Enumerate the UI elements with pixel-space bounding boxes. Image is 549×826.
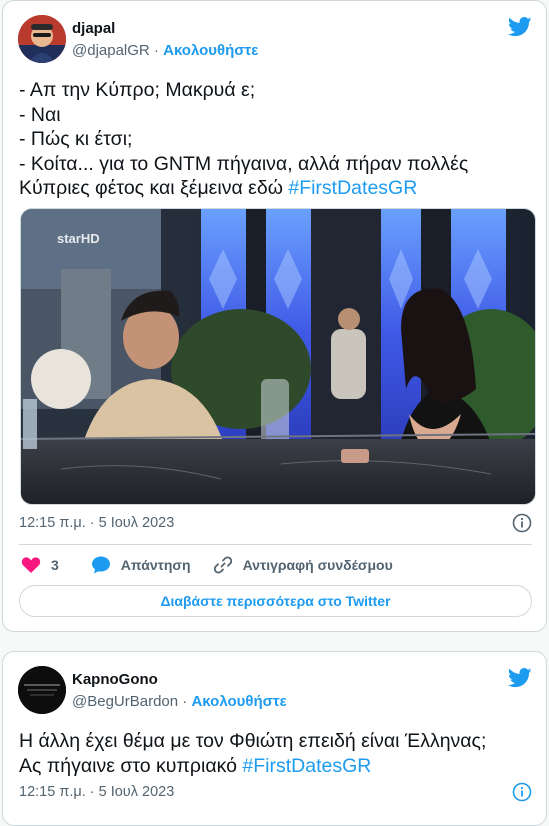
read-more-button[interactable]: Διαβάστε περισσότερα στο Twitter (19, 585, 532, 617)
tweet-actions: 3 Απάντηση Αντιγραφή συνδέσμου (21, 554, 415, 576)
author-avatar[interactable] (18, 15, 66, 63)
separator-dot: · (153, 42, 159, 59)
twitter-bird-icon[interactable] (508, 17, 532, 37)
author-avatar[interactable] (18, 666, 66, 714)
tweet-media-image[interactable]: starHD (20, 208, 536, 505)
tweet-card: KapnoGono @BegUrBardon · Ακολουθήστε Η ά… (2, 651, 547, 826)
tweet-text: Η άλλη έχει θέμα με τον Φθιώτη επειδή εί… (19, 729, 532, 778)
hashtag-link[interactable]: #FirstDatesGR (288, 177, 417, 199)
author-name[interactable]: KapnoGono (72, 671, 158, 688)
tweet-timestamp[interactable]: 12:15 π.μ. · 5 Ιουλ 2023 (19, 784, 174, 800)
tweet-card: djapal @djapalGR · Ακολουθήστε - Απ την … (2, 0, 547, 632)
follow-button[interactable]: Ακολουθήστε (163, 42, 258, 59)
like-button[interactable]: 3 (21, 556, 59, 574)
heart-icon (21, 557, 41, 573)
copy-link-button[interactable]: Αντιγραφή συνδέσμου (213, 555, 393, 575)
author-handle[interactable]: @djapalGR (72, 42, 150, 59)
reply-button[interactable]: Απάντηση (91, 555, 191, 575)
info-icon[interactable] (512, 782, 532, 802)
copy-link-label: Αντιγραφή συνδέσμου (242, 557, 393, 573)
separator-dot: · (182, 693, 188, 710)
follow-button[interactable]: Ακολουθήστε (191, 693, 286, 710)
reply-bubble-icon (91, 556, 110, 574)
author-handle-row: @BegUrBardon · Ακολουθήστε (72, 693, 287, 710)
author-handle[interactable]: @BegUrBardon (72, 693, 178, 710)
media-channel-logo: starHD (57, 231, 100, 246)
divider (19, 544, 532, 545)
twitter-bird-icon[interactable] (508, 668, 532, 688)
reply-label: Απάντηση (120, 557, 191, 573)
tv-still-image: starHD (21, 209, 535, 504)
like-count: 3 (51, 557, 59, 573)
tweet-timestamp[interactable]: 12:15 π.μ. · 5 Ιουλ 2023 (19, 515, 174, 531)
link-icon (213, 556, 232, 574)
author-handle-row: @djapalGR · Ακολουθήστε (72, 42, 258, 59)
hashtag-link[interactable]: #FirstDatesGR (242, 755, 371, 777)
author-name[interactable]: djapal (72, 20, 115, 37)
info-icon[interactable] (512, 513, 532, 533)
tweet-text: - Απ την Κύπρο; Μακρυά ε; - Ναι - Πώς κι… (19, 78, 532, 201)
